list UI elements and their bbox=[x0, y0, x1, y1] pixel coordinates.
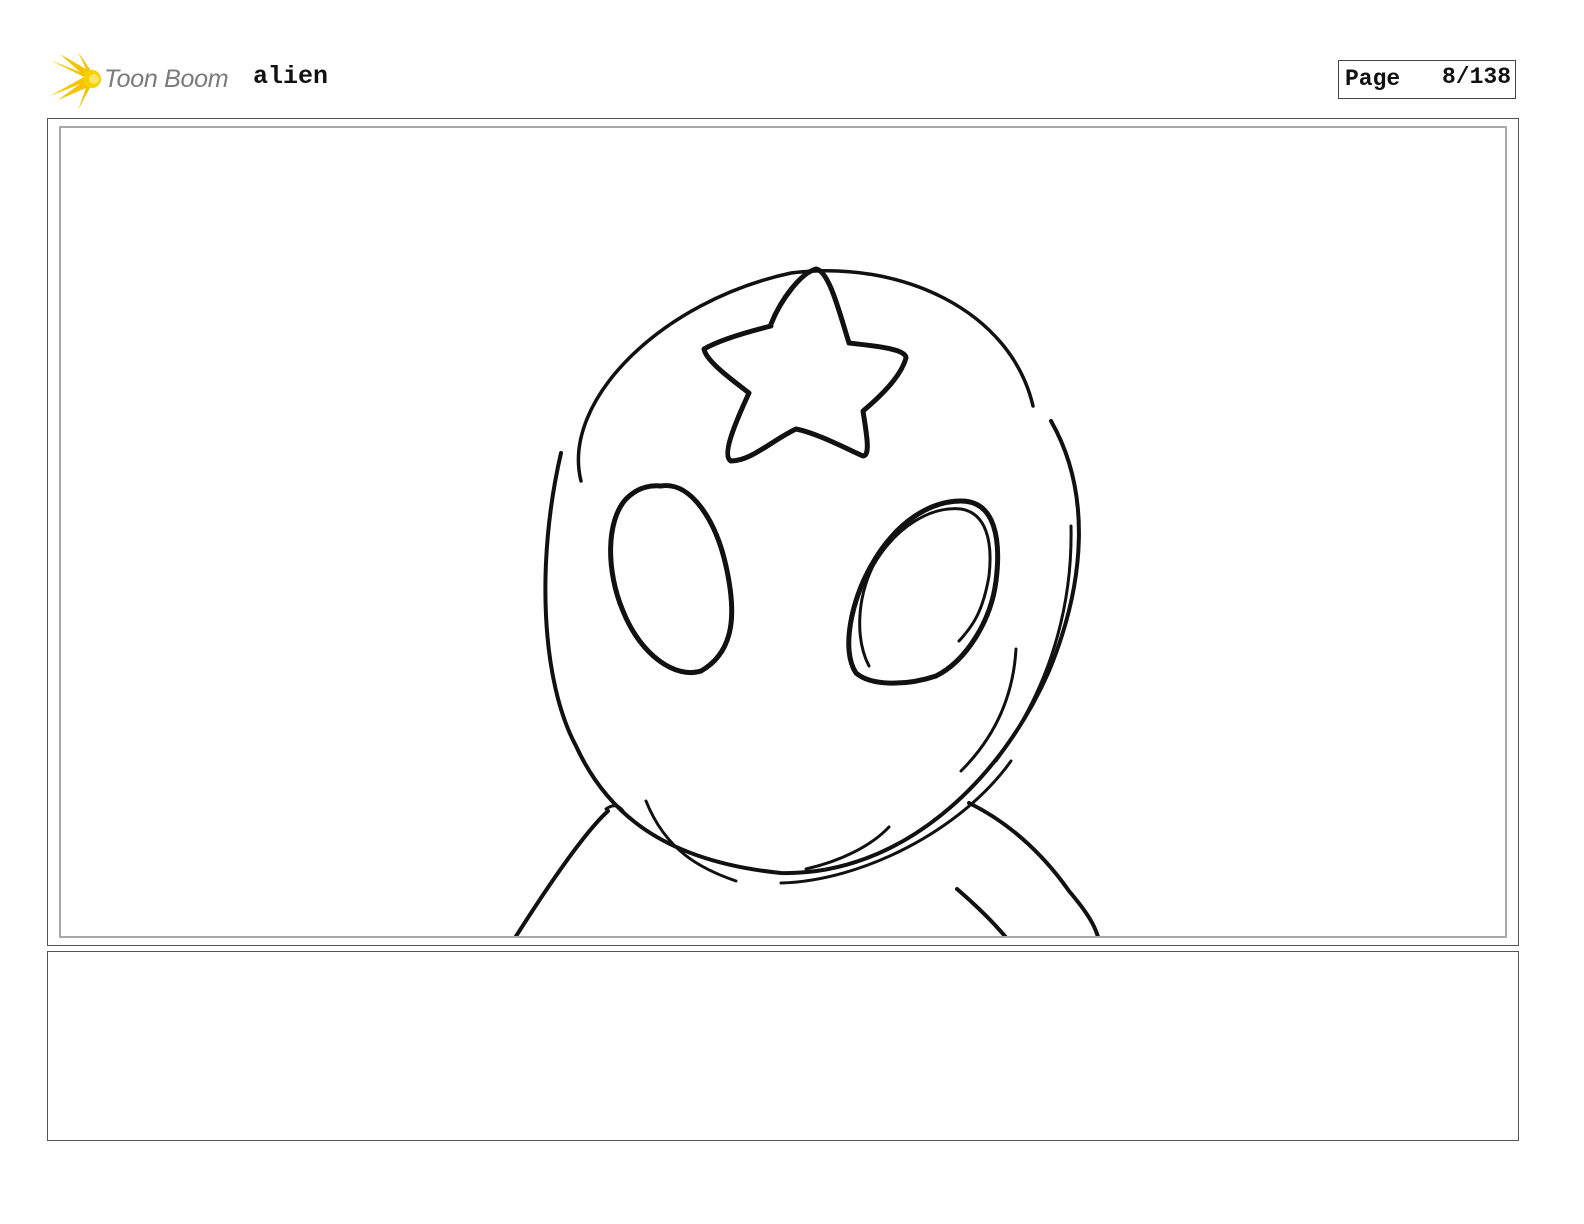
toon-boom-logo: Toon Boom bbox=[50, 52, 240, 110]
page-label: Page bbox=[1345, 66, 1401, 92]
panel-image-area bbox=[59, 126, 1507, 938]
page-number: 8/138 bbox=[1441, 64, 1511, 90]
logo-text: Toon Boom bbox=[104, 65, 229, 93]
notes-area[interactable] bbox=[47, 951, 1519, 1141]
project-title: alien bbox=[253, 62, 329, 91]
storyboard-panel bbox=[47, 118, 1519, 946]
page-indicator: Page 8/138 bbox=[1338, 60, 1516, 99]
starburst-icon bbox=[50, 52, 101, 110]
alien-head-sketch-icon bbox=[513, 266, 1100, 936]
